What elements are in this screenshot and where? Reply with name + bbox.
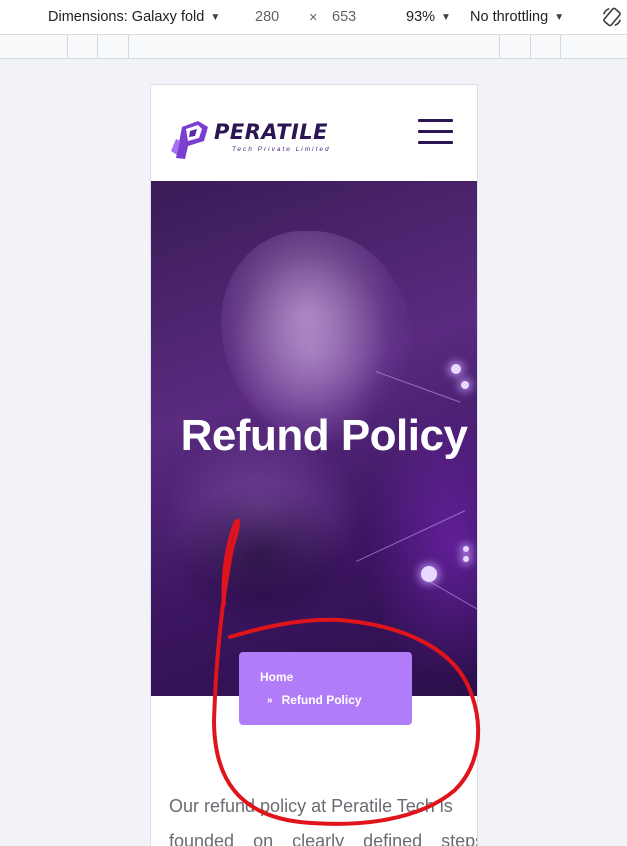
network-node (463, 546, 469, 552)
network-node (451, 364, 461, 374)
chevron-down-icon: ▼ (210, 11, 221, 23)
hamburger-icon[interactable] (418, 119, 454, 145)
zoom-label: 93% (406, 9, 436, 25)
hamburger-line (418, 130, 453, 133)
network-node (421, 566, 437, 582)
site-header: PERATILE Tech Private Limited (151, 85, 477, 181)
network-line (420, 576, 477, 617)
ruler-divider (128, 35, 129, 59)
device-viewport: PERATILE Tech Private Limited Refund Pol… (151, 85, 477, 846)
throttling-dropdown[interactable]: No throttling ▼ (470, 9, 564, 25)
media-query-bar (0, 35, 627, 59)
ruler-divider (499, 35, 500, 59)
ruler-divider (97, 35, 98, 59)
policy-content: Our refund policy at Peratile Tech is fo… (169, 789, 477, 846)
dimensions-label: Dimensions: Galaxy fold (48, 9, 205, 25)
ruler-divider (67, 35, 68, 59)
hero-background-shadow (176, 481, 346, 631)
width-input[interactable]: 280 (255, 9, 279, 25)
hamburger-line (418, 141, 453, 144)
policy-paragraph-line: Our refund policy at Peratile Tech is (169, 796, 453, 816)
breadcrumb-current: » Refund Policy (267, 693, 362, 707)
page-title: Refund Policy (180, 411, 468, 460)
logo-tagline: Tech Private Limited (232, 146, 331, 153)
height-input[interactable]: 653 (332, 9, 356, 25)
network-node (463, 556, 469, 562)
peratile-logo-icon (171, 121, 208, 159)
breadcrumb-home-link[interactable]: Home (260, 670, 293, 684)
hero-background-hand (221, 231, 411, 441)
zoom-dropdown[interactable]: 93% ▼ (406, 9, 451, 25)
device-toolbar: Dimensions: Galaxy fold ▼ 280 × 653 93% … (0, 0, 627, 35)
policy-paragraph-line: founded on clearly defined steps (169, 831, 477, 846)
ruler-divider (530, 35, 531, 59)
throttling-label: No throttling (470, 9, 549, 25)
dimensions-dropdown[interactable]: Dimensions: Galaxy fold ▼ (48, 9, 220, 25)
ruler-divider (560, 35, 561, 59)
hero-banner: Refund Policy (151, 181, 477, 696)
chevron-down-icon: ▼ (554, 11, 565, 23)
network-line (356, 510, 466, 562)
logo-name: PERATILE (214, 120, 329, 144)
hamburger-line (418, 119, 453, 122)
breadcrumb: Home » Refund Policy (239, 652, 412, 725)
chevron-down-icon: ▼ (441, 11, 451, 23)
breadcrumb-current-label: Refund Policy (281, 693, 362, 707)
network-node (461, 381, 469, 389)
logo[interactable]: PERATILE Tech Private Limited (168, 113, 348, 165)
rotate-icon[interactable] (601, 6, 623, 28)
times-icon: × (309, 10, 318, 26)
double-chevron-right-icon: » (267, 694, 273, 706)
